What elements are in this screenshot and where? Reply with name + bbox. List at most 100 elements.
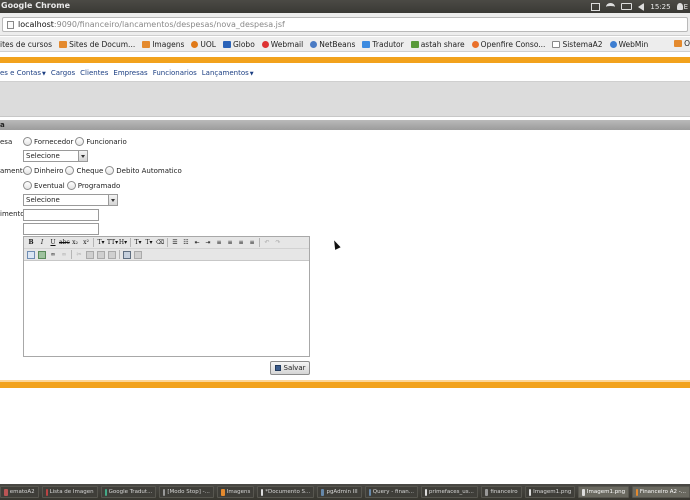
bookmarks-bar: ites de cursos Sites de Docum... Imagens… (0, 37, 690, 52)
bookmark-webmail[interactable]: Webmail (261, 40, 303, 49)
wifi-icon[interactable] (606, 2, 616, 11)
editor-text-area[interactable] (24, 262, 309, 356)
valor-input[interactable] (23, 223, 99, 235)
address-bar[interactable]: localhost:9090/financeiro/lancamentos/de… (2, 17, 688, 32)
align-right-icon[interactable]: ≡ (236, 238, 246, 248)
bookmark-label: WebMin (618, 39, 649, 49)
caret-down-icon: ▼ (249, 71, 254, 77)
battery-icon[interactable] (621, 3, 633, 10)
align-justify-icon[interactable]: ≡ (247, 238, 257, 248)
task-item[interactable]: pgAdmin III (317, 486, 362, 498)
bullet-list-icon[interactable]: ☰ (170, 238, 180, 248)
bookmark-sites-de-documentacao[interactable]: Sites de Docum... (59, 40, 135, 49)
strikethrough-icon[interactable]: abc (59, 238, 70, 248)
underline-icon[interactable]: U (48, 238, 58, 248)
radio-eventual[interactable] (23, 181, 32, 190)
clock[interactable]: 15:25 (650, 3, 670, 11)
bold-icon[interactable]: B (26, 238, 36, 248)
text-color-icon[interactable]: T▾ (133, 238, 143, 248)
task-item[interactable]: Imagens (216, 486, 255, 498)
link-icon[interactable]: ∞ (48, 250, 58, 260)
radio-fornecedor[interactable] (23, 137, 32, 146)
bookmark-imagens[interactable]: Imagens (142, 40, 184, 49)
menu-cargos[interactable]: Cargos (51, 69, 75, 77)
radio-funcionario[interactable] (75, 137, 85, 146)
highlight-color-icon[interactable]: T▾ (144, 238, 154, 248)
panel-header: a (0, 120, 690, 130)
align-left-icon[interactable]: ≡ (214, 238, 224, 248)
cut-icon[interactable]: ✂ (74, 250, 84, 260)
source-icon[interactable] (134, 250, 142, 259)
radio-dinheiro-label[interactable]: Dinheiro (34, 167, 63, 175)
radio-debito-label[interactable]: Debito Automatico (116, 167, 182, 175)
radio-programado-label[interactable]: Programado (78, 182, 121, 190)
unlink-icon[interactable]: ∞ (59, 250, 69, 260)
radio-debito-automatico[interactable] (105, 166, 115, 175)
task-item[interactable]: financeiro (480, 486, 522, 498)
radio-dinheiro[interactable] (23, 166, 32, 175)
task-item[interactable]: ematoA2 (0, 486, 39, 498)
task-item[interactable]: Query - finan... (364, 486, 419, 498)
copy-icon[interactable] (86, 250, 94, 259)
select-categoria[interactable]: Selecione (23, 194, 118, 206)
volume-icon[interactable] (638, 2, 645, 11)
task-item[interactable]: Google Tradut... (100, 486, 157, 498)
bookmark-netbeans[interactable]: NetBeans (310, 40, 355, 49)
redo-icon[interactable]: ↷ (273, 238, 283, 248)
menu-funcionarios[interactable]: Funcionarios (153, 69, 197, 77)
print-icon[interactable] (123, 250, 131, 259)
menu-lancamentos[interactable]: Lançamentos▼ (202, 69, 254, 77)
bookmark-more[interactable]: O (674, 39, 690, 48)
chevron-down-icon[interactable] (78, 151, 87, 161)
save-button[interactable]: Salvar (270, 361, 310, 375)
task-item[interactable]: Financeiro A2 -... (632, 486, 690, 498)
task-item[interactable]: Imagem1.png (578, 486, 630, 498)
clear-format-icon[interactable]: ⌫ (155, 238, 165, 248)
undo-icon[interactable]: ↶ (262, 238, 272, 248)
task-item[interactable]: Imagem1.png (524, 486, 576, 498)
superscript-icon[interactable]: x² (81, 238, 91, 248)
bookmark-tradutor[interactable]: Tradutor (362, 40, 404, 49)
indent-icon[interactable]: ⇥ (203, 238, 213, 248)
bookmark-astah-share[interactable]: astah share (410, 40, 465, 49)
task-item[interactable]: primefaces_us... (421, 486, 478, 498)
bookmark-sistemaa2[interactable]: SistemaA2 (552, 40, 603, 49)
paste-text-icon[interactable] (108, 250, 116, 259)
subscript-icon[interactable]: x₂ (70, 238, 80, 248)
radio-cheque-label[interactable]: Cheque (76, 167, 103, 175)
align-center-icon[interactable]: ≡ (225, 238, 235, 248)
menu-contas[interactable]: es e Contas▼ (0, 69, 46, 77)
task-item[interactable]: [Modo Stop] -... (159, 486, 214, 498)
font-size-icon[interactable]: TT▾ (107, 238, 118, 248)
task-item[interactable]: *Documento S... (257, 486, 315, 498)
url-text[interactable]: localhost:9090/financeiro/lancamentos/de… (18, 20, 285, 29)
menu-empresas[interactable]: Empresas (113, 69, 147, 77)
horizontal-rule-icon[interactable] (27, 250, 35, 259)
select-tipo[interactable]: Selecione (23, 150, 88, 162)
chevron-down-icon[interactable] (108, 195, 117, 205)
bookmark-uol[interactable]: UOL (191, 40, 216, 49)
bookmark-sites-de-cursos[interactable]: ites de cursos (0, 40, 52, 49)
numbered-list-icon[interactable]: ☷ (181, 238, 191, 248)
image-icon[interactable] (38, 250, 46, 259)
radio-fornecedor-label[interactable]: Fornecedor (34, 138, 73, 146)
user-menu[interactable]: E (676, 3, 688, 11)
menu-clientes[interactable]: Clientes (80, 69, 108, 77)
radio-cheque[interactable] (65, 166, 75, 175)
outdent-icon[interactable]: ⇤ (192, 238, 202, 248)
heading-icon[interactable]: H▾ (118, 238, 128, 248)
task-item[interactable]: Lista de Imagen (41, 486, 98, 498)
select-tipo-value: Selecione (26, 152, 60, 160)
paste-icon[interactable] (97, 250, 105, 259)
radio-funcionario-label[interactable]: Funcionario (86, 138, 126, 146)
bookmark-openfire[interactable]: Openfire Conso... (471, 40, 545, 49)
mail-icon[interactable] (591, 2, 601, 11)
radio-programado[interactable] (66, 181, 76, 190)
font-family-icon[interactable]: T▾ (96, 238, 106, 248)
italic-icon[interactable]: I (37, 238, 47, 248)
vencimento-input[interactable] (23, 209, 99, 221)
bookmark-webmin[interactable]: WebMin (609, 39, 649, 49)
radio-eventual-label[interactable]: Eventual (34, 182, 65, 190)
bookmark-globo[interactable]: Globo (222, 40, 255, 49)
webmin-icon (609, 40, 617, 48)
